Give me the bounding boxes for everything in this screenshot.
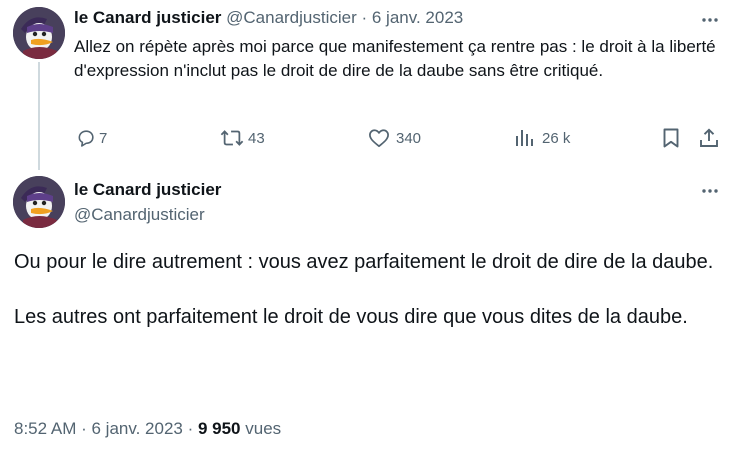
tweet1-header: le Canard justicier @Canardjusticier · 6… [74,7,463,29]
tweet2-handle[interactable]: @Canardjusticier [74,204,205,226]
avatar[interactable] [13,176,65,228]
tweet2-date[interactable]: 6 janv. 2023 [91,419,182,438]
share-button[interactable] [698,124,720,152]
avatar-duck-image [13,176,65,228]
reply-button[interactable]: 7 [76,124,107,152]
tweet1-display-name[interactable]: le Canard justicier [74,8,221,27]
meta-separator: · [182,419,198,438]
analytics-icon [516,130,533,146]
avatar[interactable] [13,7,65,59]
like-button[interactable]: 340 [368,124,421,152]
tweet1-date[interactable]: 6 janv. 2023 [372,8,463,27]
more-horizontal-icon [702,18,718,22]
tweet2-paragraph: Les autres ont parfaitement le droit de … [14,306,688,328]
tweet1-separator: · [356,8,372,27]
bookmark-button[interactable] [662,124,680,152]
reply-icon [78,130,94,147]
retweet-button[interactable]: 43 [220,124,265,152]
retweet-icon [220,130,244,146]
heart-icon [369,129,389,148]
tweet2-views-label: vues [240,419,282,438]
tweet2-paragraph: Ou pour le dire autrement : vous avez pa… [14,251,714,273]
retweet-count: 43 [248,129,265,147]
thread-connector-line [38,62,40,170]
views-button[interactable]: 26 k [514,124,570,152]
share-icon [700,128,718,147]
tweet1-text: Allez on répète après moi parce que mani… [74,37,716,80]
tweet2-more-button[interactable] [698,179,722,203]
views-count: 26 k [542,129,571,147]
tweet1-action-bar: 7 43 340 26 k [74,124,724,152]
reply-count: 7 [99,129,108,147]
more-horizontal-icon [702,189,718,193]
avatar-duck-image [13,7,65,59]
like-count: 340 [396,129,422,147]
tweet2-views-count: 9 950 [197,419,241,438]
tweet2-text: Ou pour le dire autrement : vous avez pa… [14,247,714,333]
tweet2-display-name[interactable]: le Canard justicier [74,179,221,201]
tweet1-more-button[interactable] [698,8,722,32]
tweet2-time[interactable]: 8:52 AM [14,419,76,438]
tweet2-metadata: 8:52 AM · 6 janv. 2023 · 9 950 vues [14,418,281,440]
tweet1-handle[interactable]: @Canardjusticier [226,8,357,27]
bookmark-icon [663,128,679,148]
meta-separator: · [76,419,92,438]
